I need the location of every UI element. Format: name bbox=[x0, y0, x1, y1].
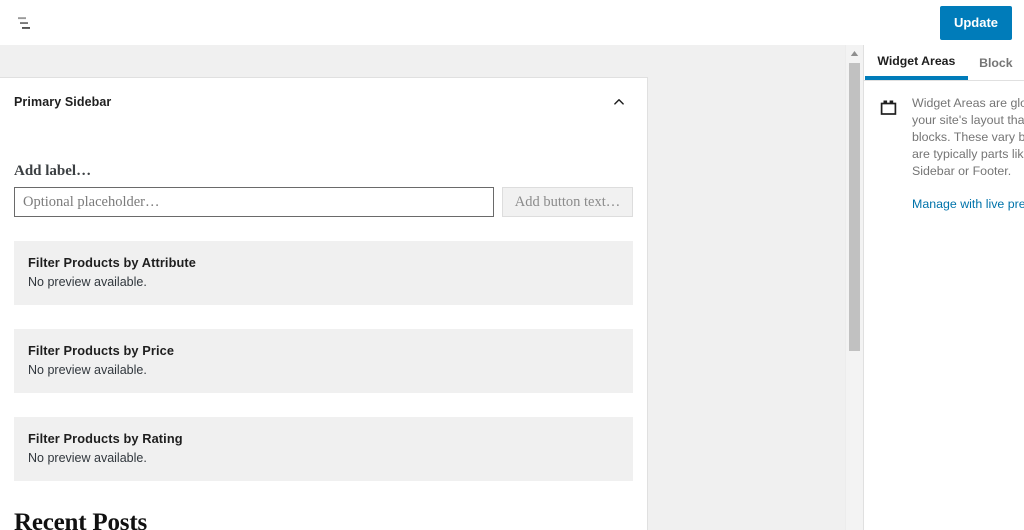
widget-preview-block[interactable]: Filter Products by Rating No preview ava… bbox=[14, 417, 633, 481]
widget-preview-note: No preview available. bbox=[28, 363, 147, 377]
sidebar-tabs: Widget Areas Block bbox=[864, 45, 1024, 81]
search-label-placeholder[interactable]: Add label… bbox=[14, 162, 633, 180]
chevron-up-icon[interactable] bbox=[607, 90, 631, 114]
scroll-up-arrow-icon[interactable] bbox=[846, 45, 863, 61]
widget-preview-title: Filter Products by Price bbox=[28, 343, 175, 358]
search-row: Add button text… bbox=[14, 187, 633, 217]
widget-areas-description: Widget Areas are global parts in your si… bbox=[912, 96, 1024, 178]
manage-with-live-preview-link[interactable]: Manage with live preview bbox=[912, 197, 1024, 211]
list-view-icon bbox=[16, 13, 36, 33]
panel-icon-column bbox=[864, 95, 902, 213]
widget-preview-block[interactable]: Filter Products by Attribute No preview … bbox=[14, 241, 633, 305]
editor-canvas: Primary Sidebar Add label… Add button te… bbox=[0, 45, 863, 530]
widgets-editor-screen: Update Primary Sidebar Add label… Option… bbox=[0, 0, 1024, 530]
editor-header: Update bbox=[0, 0, 1024, 45]
panel-text-column: Widget Areas are global parts in your si… bbox=[912, 95, 1024, 213]
list-view-button[interactable] bbox=[8, 5, 44, 41]
widget-preview-note: No preview available. bbox=[28, 451, 147, 465]
recent-posts-heading[interactable]: Recent Posts bbox=[14, 509, 633, 530]
widget-area-title: Primary Sidebar bbox=[14, 95, 112, 109]
widget-area-primary-sidebar: Primary Sidebar Add label… Add button te… bbox=[0, 77, 648, 530]
widget-block-icon bbox=[878, 97, 902, 121]
header-right-tools: Update bbox=[939, 5, 1024, 40]
widget-area-header[interactable]: Primary Sidebar bbox=[0, 78, 647, 126]
settings-sidebar: Widget Areas Block Widget Areas are glob… bbox=[863, 45, 1024, 530]
tab-widget-areas[interactable]: Widget Areas bbox=[865, 45, 968, 80]
tab-block[interactable]: Block bbox=[968, 45, 1024, 80]
canvas-scrollbar[interactable] bbox=[845, 45, 863, 530]
widget-preview-block[interactable]: Filter Products by Price No preview avai… bbox=[14, 329, 633, 393]
search-input[interactable] bbox=[14, 187, 494, 217]
widget-preview-note: No preview available. bbox=[28, 275, 147, 289]
scrollbar-thumb[interactable] bbox=[849, 63, 860, 351]
search-block[interactable]: Add label… Add button text… bbox=[14, 162, 633, 217]
search-submit-button[interactable]: Add button text… bbox=[502, 187, 633, 217]
widget-areas-panel: Widget Areas are global parts in your si… bbox=[864, 81, 1024, 213]
header-left-tools bbox=[0, 5, 44, 41]
update-button[interactable]: Update bbox=[939, 5, 1012, 40]
widget-area-body: Add label… Add button text… Filter Produ… bbox=[0, 162, 647, 530]
widget-preview-title: Filter Products by Attribute bbox=[28, 255, 196, 270]
widget-preview-title: Filter Products by Rating bbox=[28, 431, 183, 446]
